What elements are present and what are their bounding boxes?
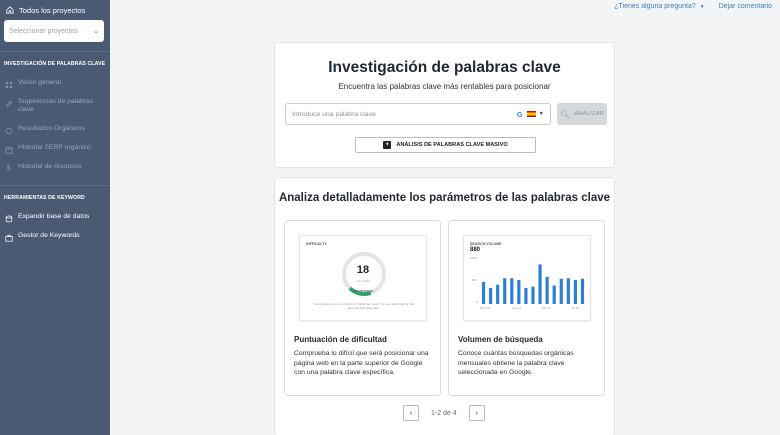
volume-thumb-label: SEARCH VOLUME: [470, 242, 502, 246]
feature-title: Volumen de búsqueda: [458, 335, 543, 344]
keyword-search-box: G ▼: [285, 103, 551, 125]
sidebar-item-label: Historial SERP orgánico: [18, 144, 91, 151]
sidebar-item-serp-history[interactable]: Historial SERP orgánico: [0, 144, 110, 163]
sidebar-divider: [0, 51, 110, 52]
y-tick-label: 1000: [470, 256, 477, 260]
briefcase-icon: [4, 233, 13, 242]
feature-title: Puntuación de dificultad: [294, 335, 387, 344]
feature-card-volume: SEARCH VOLUME 880 1000 500 0 Dec 20 Jan …: [448, 220, 605, 396]
grid-icon: [4, 80, 13, 89]
keyword-input[interactable]: [292, 110, 517, 118]
dollar-icon: $: [6, 165, 11, 172]
chevron-down-icon: ⌄: [93, 28, 99, 35]
volume-bar: [510, 278, 514, 304]
y-tick-label: 0: [476, 300, 478, 304]
volume-bar: [566, 278, 570, 304]
x-tick-label: Apr 21: [542, 306, 551, 310]
x-tick-label: Jul 21: [571, 306, 580, 310]
sidebar-item-label: Gestor de Keywords: [18, 232, 80, 239]
volume-bar: [552, 285, 556, 304]
sidebar-item-suggestions[interactable]: Sugerencias de palabras clave: [0, 98, 110, 125]
sidebar-item-ads-history[interactable]: $ Historial de Anuncios: [0, 163, 110, 182]
sidebar-item-label: Resultados Orgánicos: [18, 125, 85, 132]
chevron-right-icon: ›: [475, 409, 478, 417]
x-tick-label: Jan 21: [512, 306, 522, 310]
google-icon: G: [516, 109, 523, 119]
x-tick-label: Dec 20: [480, 306, 490, 310]
y-tick-label: 500: [472, 278, 478, 282]
pagination: ‹ 1-2 de 4 ›: [403, 405, 485, 421]
feature-description: Conoce cuántas búsquedas orgánicas mensu…: [458, 350, 574, 376]
feature-card-difficulty: DIFFICULTY 18 out of 100 EFFORTLESS Your…: [284, 220, 441, 396]
volume-bar: [489, 287, 493, 304]
bulk-analysis-label: ANÁLISIS DE PALABRAS CLAVE MASIVO: [396, 142, 508, 148]
database-icon: [4, 214, 13, 223]
pencil-icon: [4, 99, 13, 108]
difficulty-thumbnail: DIFFICULTY 18 out of 100 EFFORTLESS Your…: [299, 235, 427, 321]
features-title: Analiza detalladamente los parámetros de…: [278, 192, 611, 204]
topbar: ¿Tienes alguna pregunta? ▼ Dejar comenta…: [614, 3, 772, 10]
volume-bar: [559, 278, 563, 304]
volume-bar: [496, 284, 500, 304]
home-icon: [6, 6, 14, 14]
bulk-analysis-button[interactable]: + ANÁLISIS DE PALABRAS CLAVE MASIVO: [355, 137, 536, 153]
volume-bar: [503, 278, 507, 304]
page-subtitle: Encuentra las palabras clave más rentabl…: [338, 82, 551, 91]
project-select-placeholder: Seleccionar proyectos: [9, 27, 78, 35]
next-page-button[interactable]: ›: [468, 405, 485, 421]
questions-label: ¿Tienes alguna pregunta?: [614, 3, 696, 10]
difficulty-thumb-note: Your chances to get to the top of SERP a…: [313, 302, 415, 310]
search-icon: 🔍︎: [559, 109, 571, 119]
features-card: Analiza detalladamente los parámetros de…: [274, 177, 615, 435]
project-select[interactable]: Seleccionar proyectos ⌄: [4, 20, 104, 42]
volume-bar: [524, 287, 528, 304]
sidebar-item-label: Visión general: [18, 79, 61, 86]
questions-dropdown[interactable]: ¿Tienes alguna pregunta? ▼: [614, 3, 704, 10]
circle-icon: [4, 126, 13, 135]
volume-bar: [517, 280, 521, 304]
feature-description: Comprueba lo difícil que será posicionar…: [294, 350, 429, 376]
sidebar-section-keyword-tools: HERRAMIENTAS DE KEYWORD: [4, 195, 85, 201]
chevron-down-icon[interactable]: ▼: [539, 111, 544, 117]
page-title: Investigación de palabras clave: [328, 59, 561, 76]
caret-down-icon: ▼: [699, 3, 705, 10]
pagination-info: 1-2 de 4: [431, 409, 457, 417]
all-projects-label: Todos los proyectos: [19, 5, 86, 15]
difficulty-thumb-level: EFFORTLESS: [353, 289, 373, 293]
sidebar: Todos los proyectos Seleccionar proyecto…: [0, 0, 110, 435]
volume-bar: [538, 264, 542, 304]
sidebar-item-label: Sugerencias de palabras clave: [18, 98, 94, 113]
sidebar-section-keyword-research: INVESTIGACIÓN DE PALABRAS CLAVE: [4, 61, 106, 67]
sidebar-divider: [0, 185, 110, 186]
difficulty-thumb-label: DIFFICULTY: [306, 242, 327, 246]
sidebar-item-keyword-manager[interactable]: Gestor de Keywords: [0, 232, 110, 251]
difficulty-thumb-value: 18: [356, 264, 370, 276]
volume-bar: [481, 281, 486, 304]
keyword-search-card: Investigación de palabras clave Encuentr…: [274, 42, 615, 168]
volume-thumb-value: 880: [470, 247, 481, 253]
calendar-icon: [4, 145, 13, 154]
volume-bar: [531, 286, 535, 304]
spain-flag-icon[interactable]: [526, 111, 536, 117]
analyze-button[interactable]: 🔍︎ ANALIZAR: [557, 103, 607, 125]
add-list-icon: +: [383, 141, 392, 149]
volume-thumbnail: SEARCH VOLUME 880 1000 500 0 Dec 20 Jan …: [463, 235, 591, 321]
sidebar-item-expand-database[interactable]: Expandir base de datos: [0, 213, 110, 232]
volume-bar: [580, 278, 585, 304]
analyze-label: ANALIZAR: [574, 111, 605, 117]
volume-bar: [573, 280, 577, 304]
difficulty-thumb-sub: out of 100: [356, 279, 370, 283]
feedback-link[interactable]: Dejar comentario: [719, 3, 772, 10]
volume-bar-chart: [480, 264, 586, 304]
sidebar-item-label: Historial de Anuncios: [18, 163, 82, 170]
sidebar-item-organic-results[interactable]: Resultados Orgánicos: [0, 125, 110, 144]
sidebar-item-overview[interactable]: Visión general: [0, 79, 110, 98]
all-projects-link[interactable]: Todos los proyectos: [0, 0, 110, 20]
sidebar-item-label: Expandir base de datos: [18, 213, 90, 220]
chevron-left-icon: ‹: [409, 409, 413, 417]
prev-page-button[interactable]: ‹: [403, 405, 419, 421]
volume-bar: [545, 276, 549, 304]
